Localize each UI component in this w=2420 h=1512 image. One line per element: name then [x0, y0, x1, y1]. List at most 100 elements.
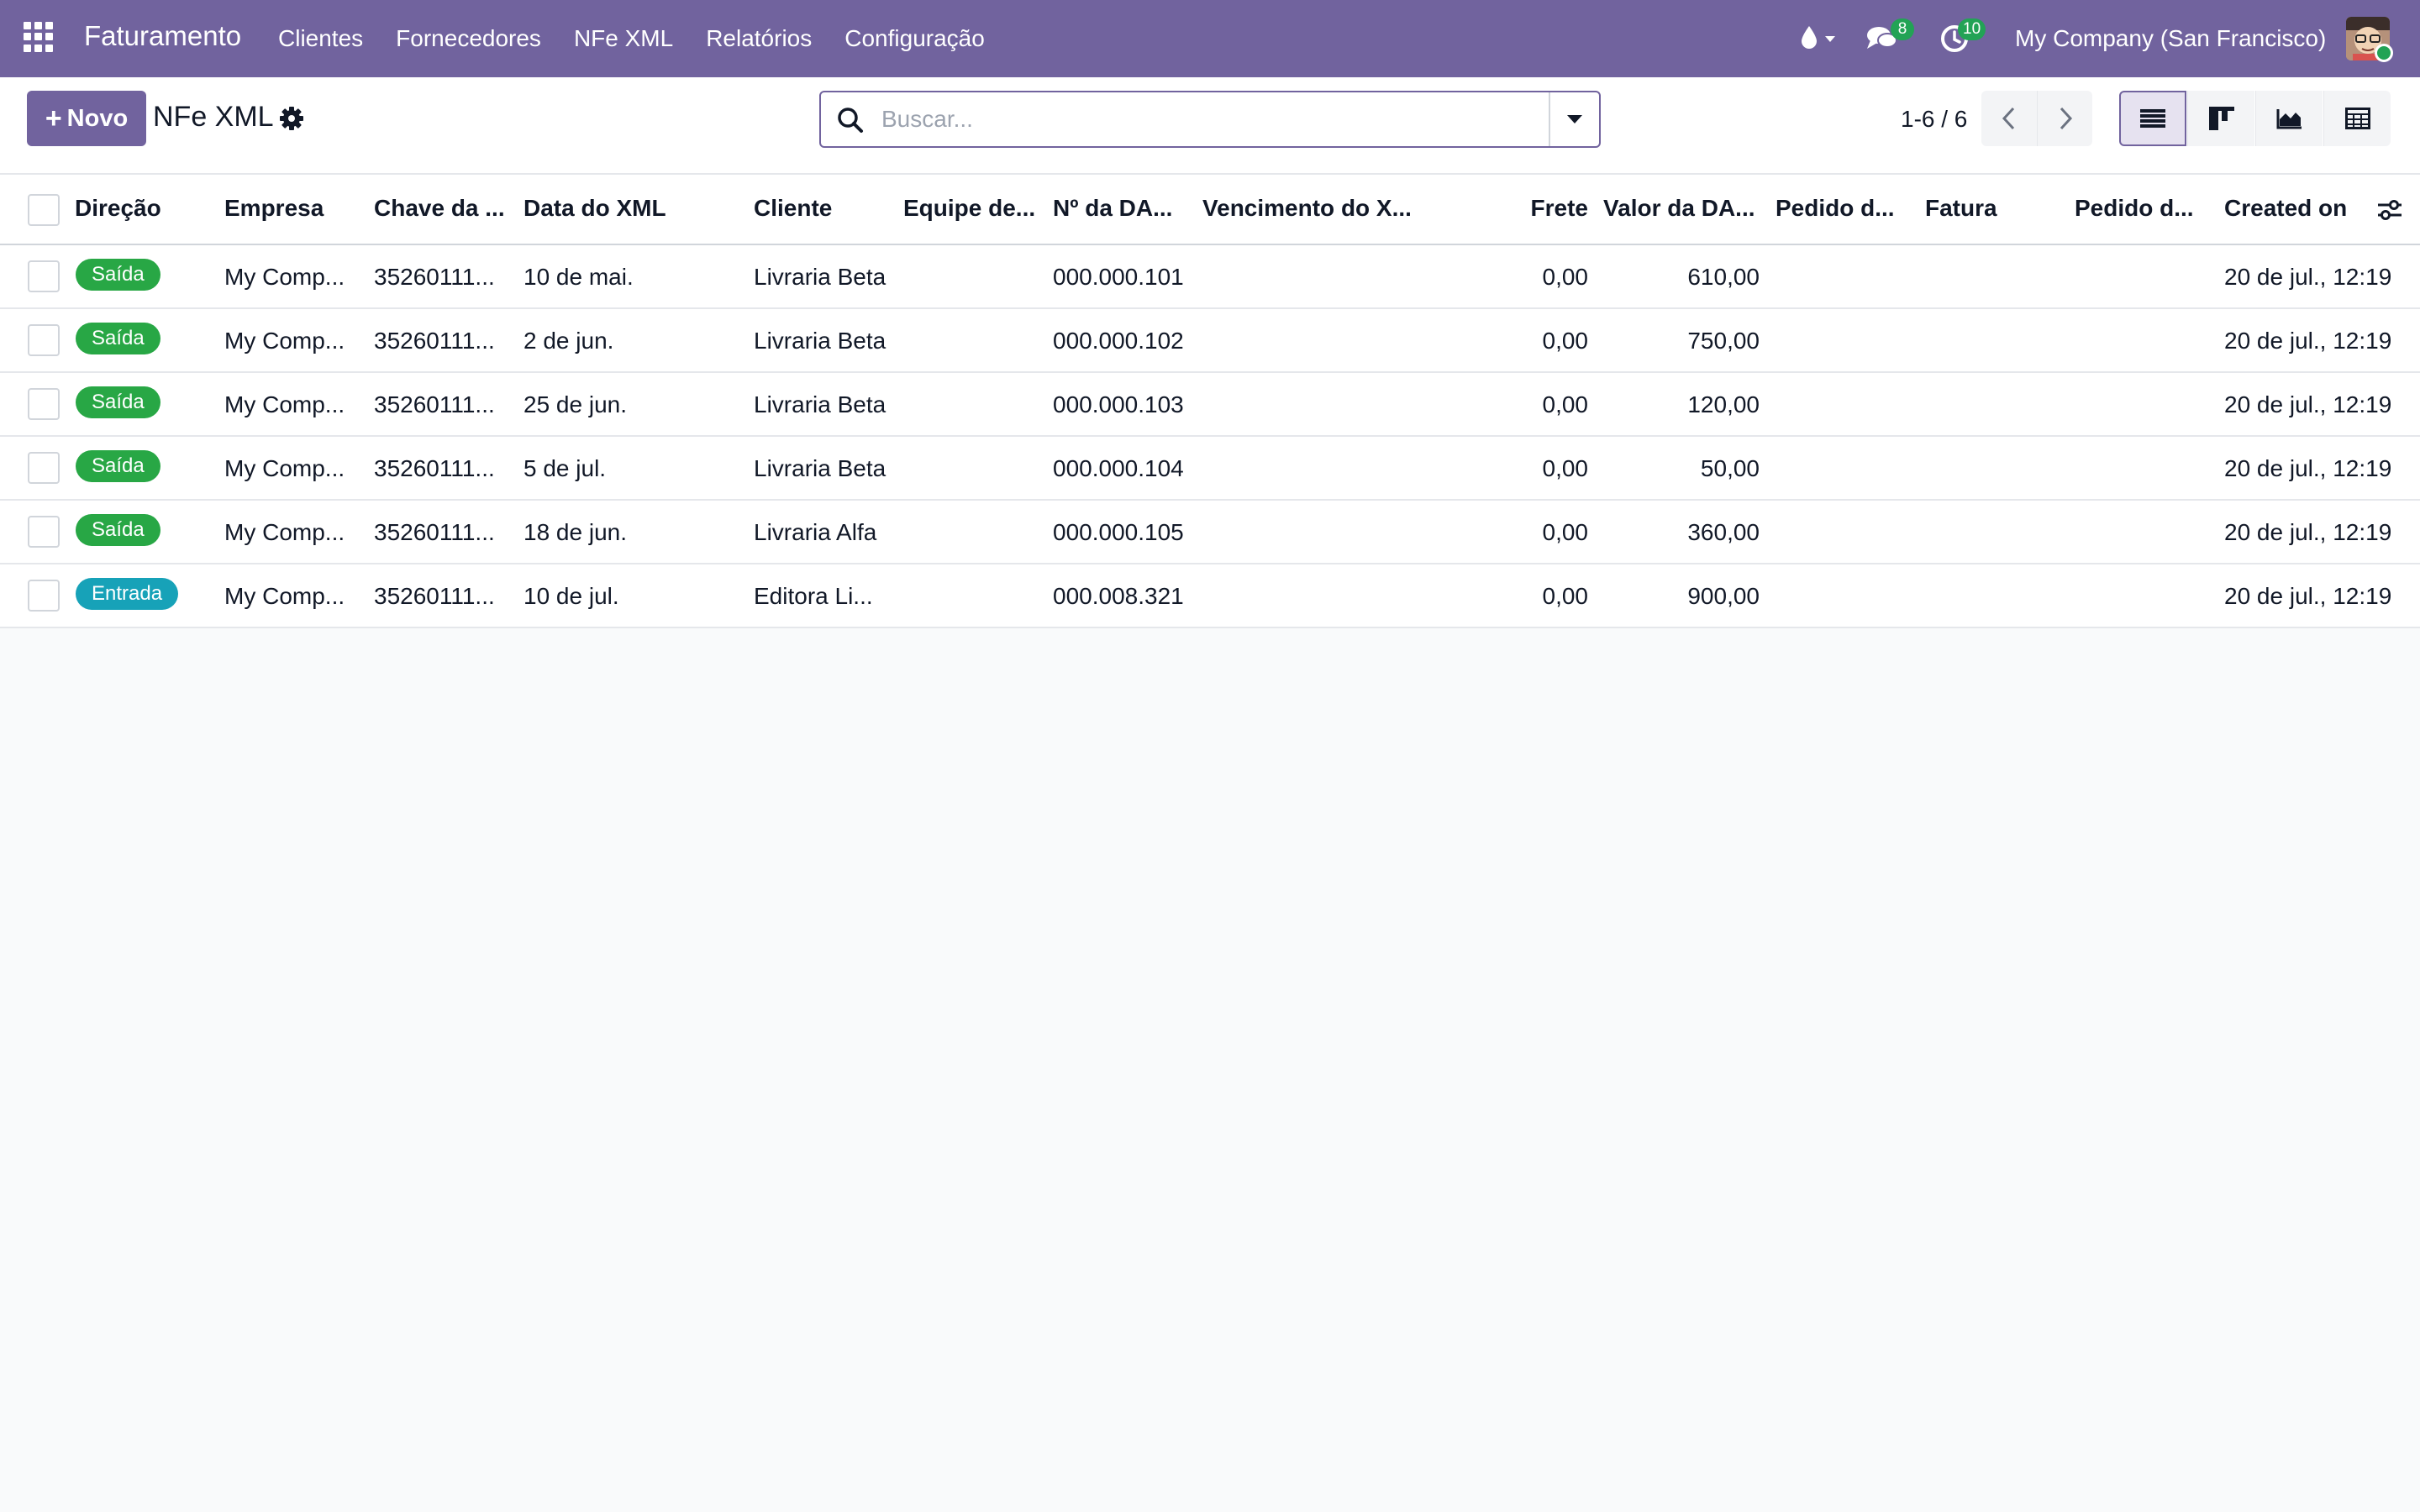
records-list: Direção Empresa Chave da ... Data do XML… — [0, 175, 2420, 628]
direction-badge: Saída — [76, 323, 160, 354]
direction-badge: Saída — [76, 386, 160, 418]
direction-badge: Saída — [76, 514, 160, 546]
kanban-view-button[interactable] — [2187, 91, 2254, 146]
cell-chave: 35260111... — [374, 583, 495, 609]
column-header-chave[interactable]: Chave da ... — [374, 195, 508, 222]
cell-created-on: 20 de jul., 12:19 — [2224, 519, 2392, 545]
menu-item-fornecedores[interactable]: Fornecedores — [396, 25, 541, 52]
cell-empresa: My Comp... — [224, 583, 345, 609]
row-checkbox[interactable] — [28, 388, 60, 420]
column-header-equipe[interactable]: Equipe de... — [903, 195, 1038, 222]
row-checkbox[interactable] — [28, 452, 60, 484]
cell-empresa: My Comp... — [224, 455, 345, 481]
pivot-view-button[interactable] — [2323, 91, 2391, 146]
search-icon — [836, 106, 865, 134]
cell-data-xml: 25 de jun. — [523, 391, 627, 417]
gear-icon[interactable] — [279, 106, 304, 131]
drop-icon[interactable] — [1798, 23, 1840, 53]
column-header-cliente[interactable]: Cliente — [754, 195, 888, 222]
column-header-direcao[interactable]: Direção — [75, 195, 209, 222]
cell-chave: 35260111... — [374, 519, 495, 545]
row-checkbox[interactable] — [28, 516, 60, 548]
select-all-checkbox[interactable] — [28, 194, 60, 226]
cell-chave: 35260111... — [374, 328, 495, 354]
cell-frete: 0,00 — [1542, 519, 1589, 545]
cell-created-on: 20 de jul., 12:19 — [2224, 455, 2392, 481]
cell-created-on: 20 de jul., 12:19 — [2224, 328, 2392, 354]
cell-created-on: 20 de jul., 12:19 — [2224, 391, 2392, 417]
column-header-valor-danfe[interactable]: Valor da DA... — [1603, 195, 1763, 222]
table-row[interactable]: Saída My Comp... 35260111... 18 de jun. … — [0, 501, 2420, 564]
column-header-empresa[interactable]: Empresa — [224, 195, 359, 222]
cell-empresa: My Comp... — [224, 264, 345, 290]
column-header-vencimento[interactable]: Vencimento do X... — [1202, 195, 1438, 222]
app-brand[interactable]: Faturamento — [84, 20, 241, 52]
main-menu: Clientes Fornecedores NFe XML Relatórios… — [278, 25, 1018, 52]
area-chart-icon — [2276, 109, 2302, 129]
menu-item-nfe-xml[interactable]: NFe XML — [574, 25, 673, 52]
table-row[interactable]: Saída My Comp... 35260111... 5 de jul. L… — [0, 437, 2420, 501]
cell-numero-danfe: 000.000.102 — [1053, 328, 1184, 354]
new-button-label: Novo — [66, 104, 129, 132]
column-header-created-on[interactable]: Created on — [2224, 195, 2367, 222]
apps-menu-icon[interactable] — [24, 22, 54, 52]
cell-chave: 35260111... — [374, 264, 495, 290]
kanban-icon — [2208, 107, 2234, 130]
cell-data-xml: 18 de jun. — [523, 519, 627, 545]
search-input[interactable] — [881, 101, 1520, 138]
column-header-pedido-1[interactable]: Pedido d... — [1776, 195, 1910, 222]
menu-item-configuracao[interactable]: Configuração — [844, 25, 985, 52]
row-checkbox[interactable] — [28, 260, 60, 292]
cell-numero-danfe: 000.000.105 — [1053, 519, 1184, 545]
cell-numero-danfe: 000.000.104 — [1053, 455, 1184, 481]
messages-badge: 8 — [1891, 18, 1914, 40]
column-header-data-xml[interactable]: Data do XML — [523, 195, 742, 222]
cell-valor-danfe: 610,00 — [1687, 264, 1760, 290]
cell-created-on: 20 de jul., 12:19 — [2224, 264, 2392, 290]
menu-item-clientes[interactable]: Clientes — [278, 25, 363, 52]
table-icon — [2344, 108, 2370, 129]
cell-cliente: Livraria Beta — [754, 328, 886, 354]
column-header-frete[interactable]: Frete — [1454, 195, 1588, 222]
cell-numero-danfe: 000.008.321 — [1053, 583, 1184, 609]
control-panel: + Novo NFe XML Buscar... 1-6 / 6 — [0, 77, 2420, 175]
pager-previous-button[interactable] — [1981, 91, 2037, 146]
cell-empresa: My Comp... — [224, 328, 345, 354]
list-icon — [2140, 109, 2165, 128]
direction-badge: Saída — [76, 259, 160, 291]
cell-valor-danfe: 50,00 — [1700, 455, 1760, 481]
cell-data-xml: 10 de jul. — [523, 583, 619, 609]
page-title: NFe XML — [153, 101, 274, 133]
column-header-numero-danfe[interactable]: Nº da DA... — [1053, 195, 1187, 222]
cell-cliente: Livraria Alfa — [754, 519, 877, 545]
cell-cliente: Livraria Beta — [754, 455, 886, 481]
column-header-pedido-2[interactable]: Pedido d... — [2075, 195, 2209, 222]
pager-next-button[interactable] — [2037, 91, 2092, 146]
cell-cliente: Livraria Beta — [754, 264, 886, 290]
search-options-toggle[interactable] — [1549, 92, 1599, 146]
cell-valor-danfe: 900,00 — [1687, 583, 1760, 609]
search-bar — [819, 91, 1601, 148]
direction-badge: Saída — [76, 450, 160, 482]
table-row[interactable]: Saída My Comp... 35260111... 25 de jun. … — [0, 373, 2420, 437]
table-row[interactable]: Saída My Comp... 35260111... 10 de mai. … — [0, 245, 2420, 309]
cell-frete: 0,00 — [1542, 455, 1589, 481]
optional-columns-icon[interactable] — [2376, 197, 2403, 223]
online-status-indicator — [2375, 44, 2393, 62]
menu-item-relatorios[interactable]: Relatórios — [706, 25, 812, 52]
cell-empresa: My Comp... — [224, 519, 345, 545]
table-row[interactable]: Saída My Comp... 35260111... 2 de jun. L… — [0, 309, 2420, 373]
cell-cliente: Editora Li... — [754, 583, 873, 609]
table-row[interactable]: Entrada My Comp... 35260111... 10 de jul… — [0, 564, 2420, 628]
row-checkbox[interactable] — [28, 580, 60, 612]
new-button[interactable]: + Novo — [27, 91, 146, 146]
cell-empresa: My Comp... — [224, 391, 345, 417]
row-checkbox[interactable] — [28, 324, 60, 356]
chevron-right-icon — [2060, 107, 2072, 130]
list-view-button[interactable] — [2119, 91, 2186, 146]
cell-frete: 0,00 — [1542, 328, 1589, 354]
graph-view-button[interactable] — [2255, 91, 2323, 146]
company-switcher[interactable]: My Company (San Francisco) — [2015, 25, 2326, 52]
column-header-fatura[interactable]: Fatura — [1925, 195, 2060, 222]
pager-value[interactable]: 1-6 / 6 — [1901, 106, 1967, 133]
